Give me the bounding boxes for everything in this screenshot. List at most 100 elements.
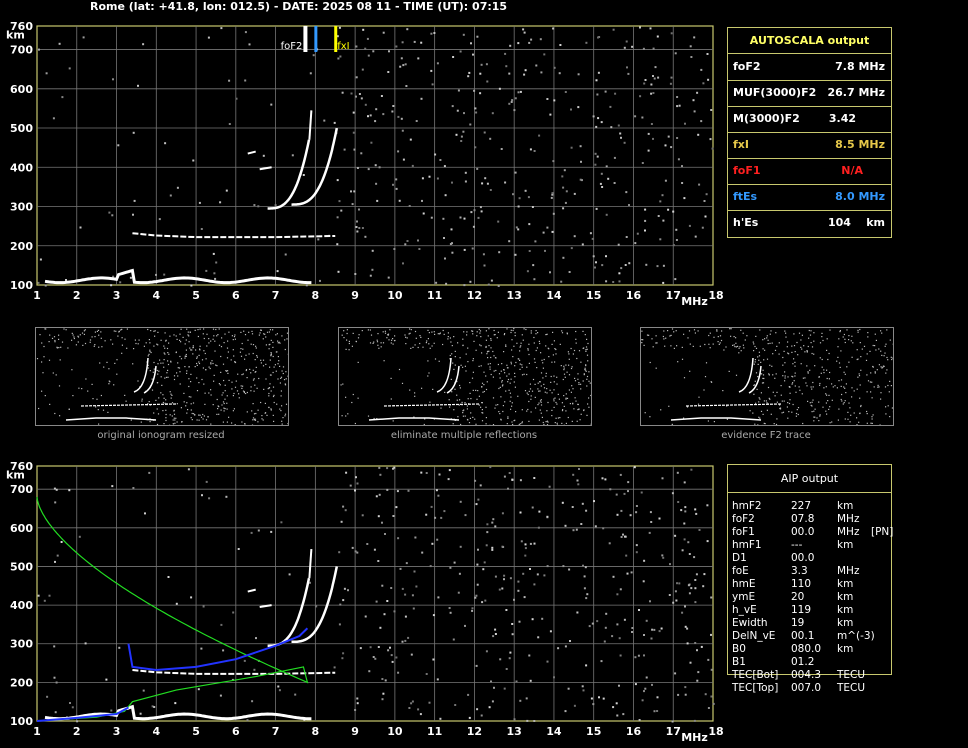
aip-panel: AIP output hmF2 227 km foF2 07.8 MHz foF1 00.0 M… — [727, 464, 894, 694]
y-tick-label: 200 — [10, 240, 33, 253]
aip-unit: MHz — [837, 513, 860, 525]
x-tick-label: 11 — [427, 725, 442, 738]
autoscala-value: 104 km — [827, 216, 885, 229]
aip-title: AIP output — [728, 465, 891, 493]
autoscala-label: ftEs — [733, 190, 758, 203]
aip-value: 110 — [791, 578, 812, 590]
y-tick-label: 100 — [10, 279, 33, 292]
aip-row: TEC[Top] 007.0 TECU — [732, 682, 887, 695]
y-tick-label: 700 — [10, 483, 33, 496]
aip-name: TEC[Bot] — [732, 669, 779, 681]
aip-unit: m^(-3) — [837, 630, 875, 642]
x-tick-label: 9 — [351, 725, 359, 738]
aip-row: hmF2 227 km — [732, 500, 887, 513]
autoscala-row: M(3000)F2 3.42 — [728, 106, 891, 132]
aip-extra: [PN] — [871, 526, 894, 538]
aip-unit: TECU — [837, 669, 866, 681]
aip-unit: MHz — [837, 526, 860, 538]
aip-value: 00.0 — [791, 526, 815, 538]
x-tick-label: 1 — [33, 289, 41, 302]
aip-name: B0 — [732, 643, 746, 655]
x-tick-label: 17 — [666, 725, 681, 738]
x-tick-label: 13 — [507, 289, 522, 302]
aip-row: foE 3.3 MHz — [732, 565, 887, 578]
aip-name: foE — [732, 565, 749, 577]
fof2-marker-label: foF2 — [281, 41, 303, 52]
aip-value: 227 — [791, 500, 812, 512]
x-tick-label: 16 — [626, 289, 642, 302]
aip-value: 007.0 — [791, 682, 822, 694]
x-tick-label: 10 — [387, 289, 403, 302]
y-unit-label: km — [6, 29, 25, 42]
thumbnail-original — [35, 327, 289, 426]
autoscala-value: N/A — [841, 164, 863, 177]
x-tick-label: 6 — [232, 289, 240, 302]
aip-row: h_vE 119 km — [732, 604, 887, 617]
aip-unit: km — [837, 643, 854, 655]
autoscala-label: MUF(3000)F2 — [733, 86, 817, 99]
aip-row: ymE 20 km — [732, 591, 887, 604]
x-tick-label: 5 — [192, 289, 200, 302]
aip-unit: TECU — [837, 682, 866, 694]
thumbnail-caption: original ionogram resized — [97, 430, 225, 441]
x-tick-label: 14 — [546, 725, 562, 738]
aip-name: hmF2 — [732, 500, 762, 512]
aip-value: 3.3 — [791, 565, 808, 577]
x-tick-label: 3 — [113, 289, 121, 302]
autoscala-value: 7.8 MHz — [835, 60, 885, 73]
x-tick-label: 8 — [312, 725, 320, 738]
autoscala-row: MUF(3000)F2 26.7 MHz — [728, 80, 891, 106]
autoscala-label: foF2 — [733, 60, 761, 73]
autoscala-row: h'Es 104 km — [728, 210, 891, 236]
autoscala-value: 26.7 MHz — [827, 86, 885, 99]
x-tick-label: 11 — [427, 289, 442, 302]
x-tick-label: 3 — [113, 725, 121, 738]
aip-value: 07.8 — [791, 513, 815, 525]
aip-name: TEC[Top] — [732, 682, 779, 694]
autoscala-label: fxI — [733, 138, 749, 151]
aip-name: hmF1 — [732, 539, 762, 551]
x-tick-label: 17 — [666, 289, 681, 302]
aip-row: foF2 07.8 MHz — [732, 513, 887, 526]
aip-value: 01.2 — [791, 656, 815, 668]
x-tick-label: 15 — [586, 289, 601, 302]
x-tick-label: 5 — [192, 725, 200, 738]
x-tick-label: 9 — [351, 289, 359, 302]
aip-value: 19 — [791, 617, 805, 629]
x-tick-label: 2 — [73, 289, 81, 302]
x-tick-label: 15 — [586, 725, 601, 738]
aip-name: Ewidth — [732, 617, 768, 629]
aip-value: 119 — [791, 604, 812, 616]
x-tick-label: 7 — [272, 725, 280, 738]
autoscala-panel: AUTOSCALA output foF2 7.8 MHz MUF(3000)F2 2… — [727, 27, 892, 238]
aip-name: B1 — [732, 656, 746, 668]
y-tick-label: 600 — [10, 83, 33, 96]
x-tick-label: 4 — [152, 725, 160, 738]
aip-name: hmE — [732, 578, 756, 590]
fxi-marker-label: fxI — [337, 41, 349, 52]
aip-row: hmE 110 km — [732, 578, 887, 591]
aip-value: 00.0 — [791, 552, 815, 564]
aip-unit: km — [837, 591, 854, 603]
x-tick-label: 1 — [33, 725, 41, 738]
autoscala-row: ftEs 8.0 MHz — [728, 184, 891, 210]
y-tick-label: 500 — [10, 560, 33, 573]
aip-value: 20 — [791, 591, 805, 603]
aip-unit: MHz — [837, 565, 860, 577]
aip-name: D1 — [732, 552, 747, 564]
y-unit-label: km — [6, 468, 25, 481]
aip-row: hmF1 --- km — [732, 539, 887, 552]
y-tick-label: 100 — [10, 715, 33, 728]
aip-unit: km — [837, 578, 854, 590]
aip-value: 080.0 — [791, 643, 822, 655]
aip-name: DelN_vE — [732, 630, 776, 642]
x-tick-label: 7 — [272, 289, 280, 302]
autoscala-row: foF2 7.8 MHz — [728, 54, 891, 80]
autoscala-label: foF1 — [733, 164, 761, 177]
autoscala-title: AUTOSCALA output — [728, 28, 891, 54]
aip-row: B1 01.2 — [732, 656, 887, 669]
aip-value: --- — [791, 539, 803, 551]
y-tick-label: 400 — [10, 161, 33, 174]
x-unit-label: MHz — [681, 295, 708, 308]
aip-row: TEC[Bot] 004.3 TECU — [732, 669, 887, 682]
